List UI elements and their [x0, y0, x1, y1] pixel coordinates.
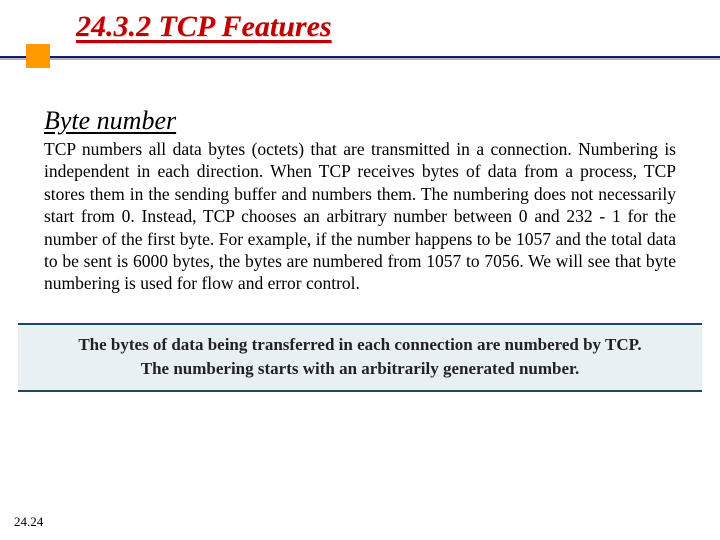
callout-line-1: The bytes of data being transferred in e… — [44, 333, 676, 357]
callout-container: The bytes of data being transferred in e… — [0, 323, 720, 393]
callout-box: The bytes of data being transferred in e… — [18, 323, 702, 393]
section-paragraph: TCP numbers all data bytes (octets) that… — [44, 138, 676, 295]
page-title: 24.3.2 TCP Features — [76, 10, 332, 44]
bullet-square-icon — [26, 44, 50, 68]
content-area: Byte number TCP numbers all data bytes (… — [0, 62, 720, 295]
header-rule-light — [0, 58, 720, 60]
slide-header: 24.3.2 TCP Features — [0, 0, 720, 62]
page-number: 24.24 — [14, 514, 43, 530]
callout-line-2: The numbering starts with an arbitrarily… — [44, 357, 676, 381]
section-subheading: Byte number — [44, 106, 676, 136]
